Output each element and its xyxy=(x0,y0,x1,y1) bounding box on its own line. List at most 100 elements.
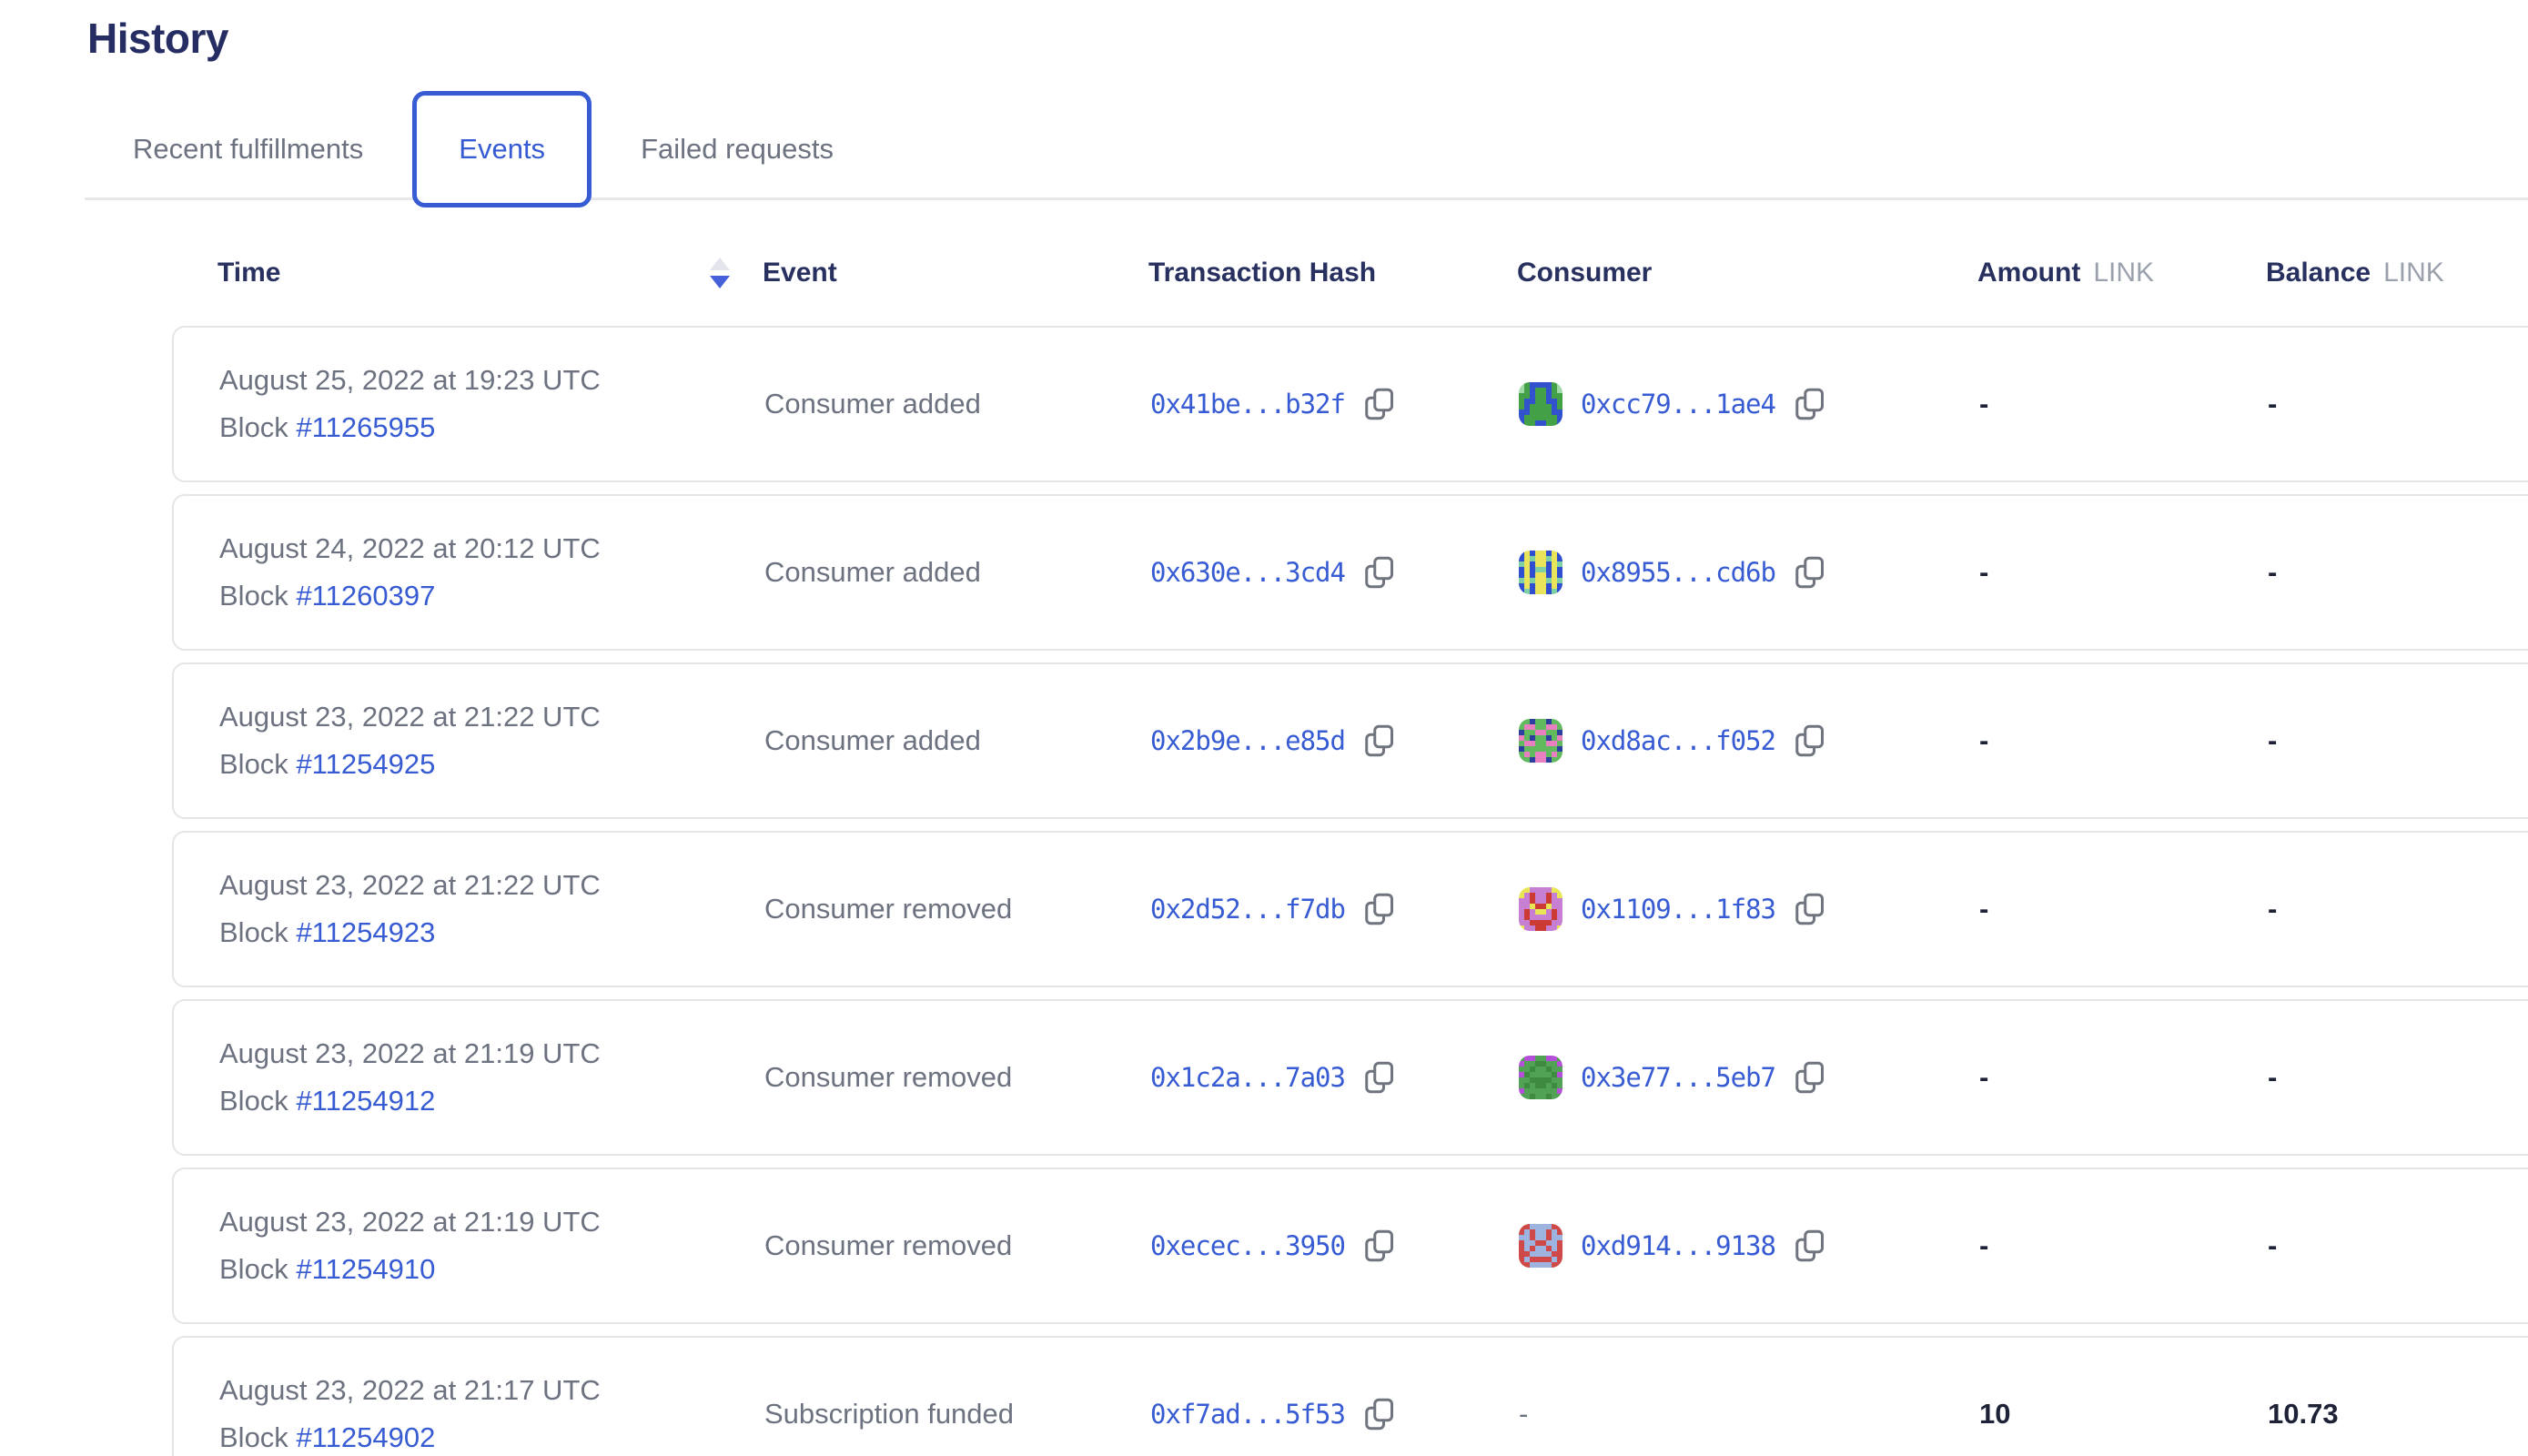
consumer-address-link[interactable]: 0x1109...1f83 xyxy=(1581,894,1775,925)
event-timestamp: August 23, 2022 at 21:22 UTC xyxy=(219,867,764,904)
amount-cell: - xyxy=(1979,1229,2268,1262)
table-row: August 23, 2022 at 21:19 UTC Block #1125… xyxy=(172,999,2528,1156)
table-row: August 23, 2022 at 21:17 UTC Block #1125… xyxy=(172,1336,2528,1456)
column-header-balance: BalanceLINK xyxy=(2266,257,2528,289)
block-number-link[interactable]: #11265955 xyxy=(296,411,435,443)
copy-icon xyxy=(1363,1396,1396,1432)
consumer-address-link[interactable]: 0xd914...9138 xyxy=(1581,1230,1775,1261)
table-header-row: Time Event Transaction Hash Consumer Amo… xyxy=(172,209,2528,326)
copy-consumer-address-button[interactable] xyxy=(1794,554,1826,591)
transaction-hash-cell: 0xecec...3950 xyxy=(1150,1228,1519,1264)
balance-cell: - xyxy=(2268,724,2528,757)
consumer-cell: 0x3e77...5eb7 xyxy=(1519,1056,1979,1099)
consumer-identicon xyxy=(1519,1056,1562,1099)
balance-cell: - xyxy=(2268,556,2528,589)
amount-header-label: Amount xyxy=(1977,258,2080,288)
consumer-address-link[interactable]: 0xd8ac...f052 xyxy=(1581,725,1775,756)
block-line: Block #11265955 xyxy=(219,410,764,446)
table-row: August 23, 2022 at 21:22 UTC Block #1125… xyxy=(172,831,2528,987)
transaction-hash-link[interactable]: 0x1c2a...7a03 xyxy=(1150,1062,1345,1093)
transaction-hash-link[interactable]: 0xf7ad...5f53 xyxy=(1150,1399,1345,1430)
time-cell: August 24, 2022 at 20:12 UTC Block #1126… xyxy=(174,531,764,614)
block-number-link[interactable]: #11254902 xyxy=(296,1421,435,1453)
consumer-cell: 0xcc79...1ae4 xyxy=(1519,382,1979,426)
copy-icon xyxy=(1794,1059,1826,1096)
block-number-link[interactable]: #11254923 xyxy=(296,916,435,948)
copy-transaction-hash-button[interactable] xyxy=(1363,1228,1396,1264)
copy-transaction-hash-button[interactable] xyxy=(1363,723,1396,759)
sort-descending-icon[interactable] xyxy=(710,258,730,288)
copy-transaction-hash-button[interactable] xyxy=(1363,1059,1396,1096)
event-timestamp: August 23, 2022 at 21:19 UTC xyxy=(219,1036,764,1072)
consumer-identicon xyxy=(1519,382,1562,426)
event-timestamp: August 25, 2022 at 19:23 UTC xyxy=(219,362,764,399)
consumer-address-link[interactable]: 0x8955...cd6b xyxy=(1581,557,1775,588)
transaction-hash-cell: 0x2b9e...e85d xyxy=(1150,723,1519,759)
table-body: August 25, 2022 at 19:23 UTC Block #1126… xyxy=(172,326,2528,1456)
block-label: Block xyxy=(219,1253,288,1285)
copy-transaction-hash-button[interactable] xyxy=(1363,554,1396,591)
amount-unit-label: LINK xyxy=(2093,258,2154,288)
time-header-label: Time xyxy=(217,257,280,289)
table-row: August 23, 2022 at 21:22 UTC Block #1125… xyxy=(172,662,2528,819)
copy-consumer-address-button[interactable] xyxy=(1794,1059,1826,1096)
tab-bar: Recent fulfillments Events Failed reques… xyxy=(87,89,2528,209)
event-timestamp: August 23, 2022 at 21:17 UTC xyxy=(219,1372,764,1409)
tab-events-active[interactable]: Events xyxy=(412,91,592,207)
block-number-link[interactable]: #11254925 xyxy=(296,748,435,780)
copy-icon xyxy=(1363,723,1396,759)
block-line: Block #11254925 xyxy=(219,746,764,783)
event-type-cell: Consumer added xyxy=(764,724,1150,757)
consumer-address-link[interactable]: 0xcc79...1ae4 xyxy=(1581,389,1775,420)
copy-icon xyxy=(1363,386,1396,422)
copy-icon xyxy=(1794,1228,1826,1264)
copy-consumer-address-button[interactable] xyxy=(1794,1228,1826,1264)
event-type-cell: Consumer added xyxy=(764,388,1150,420)
block-line: Block #11254923 xyxy=(219,915,764,951)
transaction-hash-link[interactable]: 0x2d52...f7db xyxy=(1150,894,1345,925)
sort-down-triangle xyxy=(710,276,730,288)
tab-recent-fulfillments[interactable]: Recent fulfillments xyxy=(127,131,369,167)
column-header-transaction-hash: Transaction Hash xyxy=(1148,257,1517,289)
tab-events-label: Events xyxy=(459,131,545,167)
time-cell: August 23, 2022 at 21:22 UTC Block #1125… xyxy=(174,699,764,783)
time-cell: August 23, 2022 at 21:17 UTC Block #1125… xyxy=(174,1372,764,1456)
transaction-hash-link[interactable]: 0x41be...b32f xyxy=(1150,389,1345,420)
balance-header-label: Balance xyxy=(2266,258,2371,288)
copy-icon xyxy=(1363,1059,1396,1096)
page-title: History xyxy=(87,0,2528,64)
transaction-hash-cell: 0xf7ad...5f53 xyxy=(1150,1396,1519,1432)
copy-icon xyxy=(1363,554,1396,591)
block-number-link[interactable]: #11254912 xyxy=(296,1085,435,1117)
event-type-cell: Consumer removed xyxy=(764,1229,1150,1262)
amount-cell: - xyxy=(1979,1061,2268,1094)
transaction-hash-link[interactable]: 0xecec...3950 xyxy=(1150,1230,1345,1261)
consumer-cell: 0x8955...cd6b xyxy=(1519,551,1979,594)
copy-transaction-hash-button[interactable] xyxy=(1363,386,1396,422)
copy-icon xyxy=(1363,891,1396,927)
copy-transaction-hash-button[interactable] xyxy=(1363,1396,1396,1432)
time-cell: August 23, 2022 at 21:22 UTC Block #1125… xyxy=(174,867,764,951)
tab-failed-requests[interactable]: Failed requests xyxy=(635,131,839,167)
transaction-hash-link[interactable]: 0x630e...3cd4 xyxy=(1150,557,1345,588)
consumer-cell: 0xd914...9138 xyxy=(1519,1224,1979,1268)
copy-transaction-hash-button[interactable] xyxy=(1363,891,1396,927)
copy-consumer-address-button[interactable] xyxy=(1794,891,1826,927)
consumer-cell: 0xd8ac...f052 xyxy=(1519,719,1979,763)
consumer-address-link[interactable]: 0x3e77...5eb7 xyxy=(1581,1062,1775,1093)
copy-icon xyxy=(1363,1228,1396,1264)
time-cell: August 25, 2022 at 19:23 UTC Block #1126… xyxy=(174,362,764,446)
consumer-cell: 0x1109...1f83 xyxy=(1519,887,1979,931)
block-number-link[interactable]: #11260397 xyxy=(296,580,435,612)
transaction-hash-cell: 0x41be...b32f xyxy=(1150,386,1519,422)
copy-consumer-address-button[interactable] xyxy=(1794,723,1826,759)
block-label: Block xyxy=(219,748,288,780)
events-table: Time Event Transaction Hash Consumer Amo… xyxy=(172,209,2528,1456)
column-header-time[interactable]: Time xyxy=(172,257,763,289)
consumer-identicon xyxy=(1519,1224,1562,1268)
column-header-event: Event xyxy=(763,257,1148,289)
copy-consumer-address-button[interactable] xyxy=(1794,386,1826,422)
sort-up-triangle xyxy=(710,258,730,270)
block-number-link[interactable]: #11254910 xyxy=(296,1253,435,1285)
transaction-hash-link[interactable]: 0x2b9e...e85d xyxy=(1150,725,1345,756)
